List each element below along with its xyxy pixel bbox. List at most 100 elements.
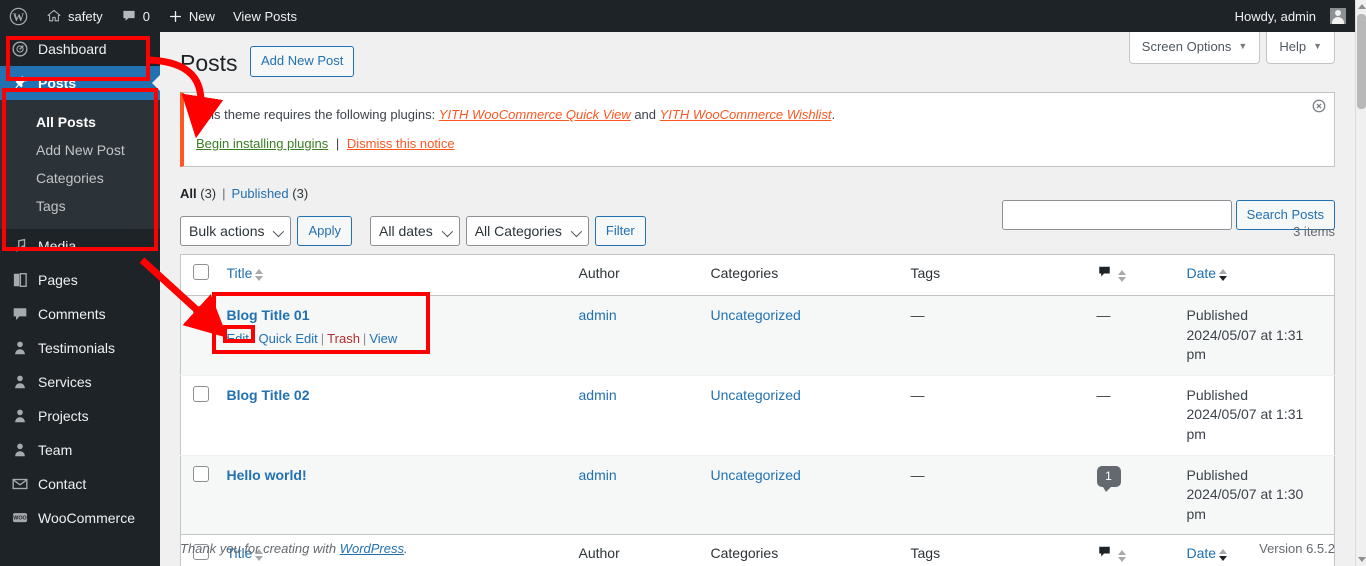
notice-text-and: and — [630, 106, 660, 122]
wordpress-link[interactable]: WordPress — [340, 541, 404, 556]
screen-options-button[interactable]: Screen Options ▼ — [1128, 32, 1261, 64]
date-filter-select[interactable]: All dates — [370, 216, 460, 247]
column-header-title[interactable]: Title — [217, 255, 569, 296]
sidebar-item-team[interactable]: Team — [0, 433, 160, 467]
view-posts-button[interactable]: View Posts — [224, 0, 306, 32]
sidebar-item-label: Team — [38, 442, 73, 458]
view-all[interactable]: All (3) — [180, 181, 216, 207]
edit-link[interactable]: Edit — [227, 331, 249, 346]
vertical-scrollbar[interactable] — [1355, 0, 1366, 566]
column-header-author: Author — [578, 265, 620, 282]
screen-options-label: Screen Options — [1141, 39, 1232, 54]
column-header-comments[interactable] — [1087, 255, 1177, 296]
column-footer-author: Author — [578, 545, 620, 562]
row-checkbox-cell — [181, 375, 217, 455]
row-title-cell: Blog Title 02 — [217, 375, 569, 455]
row-checkbox[interactable] — [193, 306, 209, 323]
scrollbar-thumb[interactable] — [1357, 14, 1366, 109]
view-published-count: (3) — [292, 186, 309, 202]
sidebar-item-contact[interactable]: Contact — [0, 467, 160, 501]
notice-text: This theme requires the following plugin… — [196, 105, 1322, 126]
admin-bar: W safety 0 New View Posts Howdy, admin — [0, 0, 1355, 32]
column-header-title-label[interactable]: Title — [227, 265, 253, 281]
row-author-cell: admin — [569, 296, 701, 376]
view-link[interactable]: View — [369, 331, 397, 346]
sidebar-item-tags[interactable]: Tags — [0, 192, 160, 220]
wordpress-logo-button[interactable]: W — [0, 0, 37, 32]
mail-icon — [10, 474, 30, 494]
quick-edit-link[interactable]: Quick Edit — [259, 331, 318, 346]
scroll-down-arrow-icon[interactable] — [1358, 557, 1366, 562]
author-link[interactable]: admin — [579, 307, 617, 323]
column-header-date[interactable]: Date — [1177, 255, 1335, 296]
category-link[interactable]: Uncategorized — [711, 307, 801, 323]
site-name-button[interactable]: safety — [37, 0, 112, 32]
plugin-link-wishlist[interactable]: YITH WooCommerce Wishlist — [660, 107, 832, 122]
tablenav-top: Bulk actions Apply All dates All Categor… — [180, 216, 1335, 247]
bulk-actions-select[interactable]: Bulk actions — [180, 216, 292, 247]
post-status: Published — [1186, 307, 1249, 324]
sidebar-item-testimonials[interactable]: Testimonials — [0, 331, 160, 365]
sidebar-item-comments[interactable]: Comments — [0, 297, 160, 331]
category-link[interactable]: Uncategorized — [711, 467, 801, 483]
displaying-num-top: 3 items — [1293, 223, 1335, 239]
sidebar-item-dashboard[interactable]: Dashboard — [0, 32, 160, 66]
new-content-button[interactable]: New — [159, 0, 224, 32]
row-tags-cell: — — [910, 386, 925, 403]
category-filter-select[interactable]: All Categories — [465, 216, 589, 247]
add-new-post-button[interactable]: Add New Post — [249, 45, 355, 78]
table-row: Hello world! admin Uncategorized — 1 Pub… — [180, 455, 1335, 535]
category-link[interactable]: Uncategorized — [711, 387, 801, 403]
apply-button[interactable]: Apply — [297, 216, 353, 247]
row-checkbox[interactable] — [193, 465, 209, 482]
post-title-link[interactable]: Blog Title 01 — [227, 307, 310, 323]
sort-indicator-icon — [1118, 549, 1127, 562]
row-checkbox[interactable] — [193, 385, 209, 402]
select-all-checkbox[interactable] — [193, 264, 209, 281]
view-all-count: (3) — [200, 186, 217, 202]
author-link[interactable]: admin — [579, 387, 617, 403]
footer-credit-before: Thank you for creating with — [180, 541, 340, 556]
column-footer-categories: Categories — [710, 545, 779, 562]
begin-installing-plugins-link[interactable]: Begin installing plugins — [196, 136, 328, 151]
post-title-link[interactable]: Hello world! — [227, 467, 307, 483]
sidebar-item-posts[interactable]: Posts — [0, 66, 160, 100]
my-account-button[interactable]: Howdy, admin — [1226, 0, 1355, 32]
sidebar-item-woocommerce[interactable]: WOO WooCommerce — [0, 501, 160, 535]
column-footer-comments[interactable] — [1087, 535, 1177, 566]
view-separator: | — [222, 186, 226, 202]
sidebar-item-projects[interactable]: Projects — [0, 399, 160, 433]
help-button[interactable]: Help ▼ — [1266, 32, 1335, 64]
author-link[interactable]: admin — [579, 467, 617, 483]
comments-button[interactable]: 0 — [112, 0, 159, 32]
sidebar-item-label: Posts — [38, 75, 77, 91]
filter-button[interactable]: Filter — [594, 216, 646, 247]
row-title-cell: Blog Title 01 Edit Quick Edit | Trash | View — [217, 296, 569, 376]
table-head: Title Author Categories Tags Date — [180, 255, 1335, 296]
row-categories-cell: Uncategorized — [701, 296, 901, 376]
trash-link[interactable]: Trash — [327, 331, 360, 346]
sidebar-item-pages[interactable]: Pages — [0, 263, 160, 297]
sidebar-item-media[interactable]: Media — [0, 229, 160, 263]
posts-table: Title Author Categories Tags Date Blog T… — [180, 254, 1335, 566]
row-tags-cell: — — [910, 466, 925, 483]
plugin-link-quick-view[interactable]: YITH WooCommerce Quick View — [439, 107, 631, 122]
avatar — [1330, 8, 1346, 24]
comments-count: 0 — [142, 8, 150, 24]
action-separator: | — [362, 330, 367, 346]
scroll-up-arrow-icon[interactable] — [1358, 4, 1366, 9]
post-title-link[interactable]: Blog Title 02 — [227, 387, 310, 403]
close-icon[interactable] — [1312, 99, 1326, 113]
footer-version: Version 6.5.2 — [1259, 541, 1335, 556]
row-categories-cell: Uncategorized — [701, 455, 901, 535]
comment-count-badge[interactable]: 1 — [1096, 465, 1121, 493]
sidebar-item-add-new-post[interactable]: Add New Post — [0, 136, 160, 164]
dismiss-this-notice-link[interactable]: Dismiss this notice — [347, 136, 455, 151]
sidebar-item-categories[interactable]: Categories — [0, 164, 160, 192]
view-published[interactable]: Published (3) — [232, 181, 309, 207]
sidebar-item-services[interactable]: Services — [0, 365, 160, 399]
column-footer-date-label[interactable]: Date — [1187, 545, 1217, 561]
column-header-date-label[interactable]: Date — [1187, 265, 1217, 281]
sidebar-item-all-posts[interactable]: All Posts — [0, 108, 160, 136]
new-label: New — [188, 8, 215, 24]
